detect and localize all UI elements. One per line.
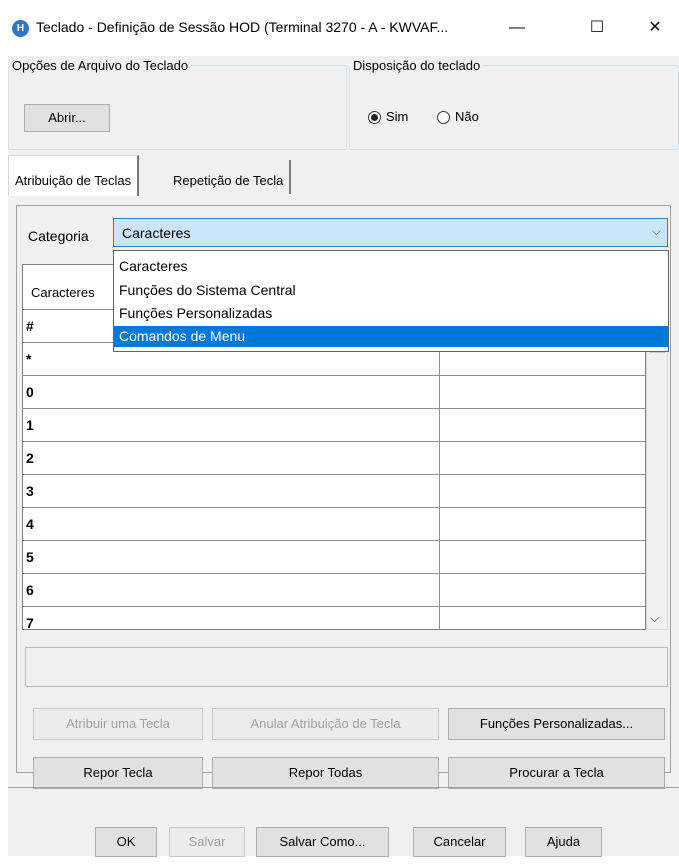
dropdown-option-funcoes-personalizadas[interactable]: Funções Personalizadas — [114, 303, 668, 324]
table-header-label: Caracteres — [31, 285, 95, 300]
chevron-down-icon: ⌵ — [651, 224, 661, 238]
app-icon: H — [12, 20, 29, 37]
table-row[interactable]: 7 — [23, 607, 645, 630]
reset-all-button[interactable]: Repor Todas — [212, 757, 439, 789]
save-as-button[interactable]: Salvar Como... — [256, 827, 389, 857]
find-key-button[interactable]: Procurar a Tecla — [448, 757, 665, 789]
table-row[interactable]: 5 — [23, 541, 645, 574]
key-cell: 1 — [26, 417, 34, 433]
dropdown-option-caracteres[interactable]: Caracteres — [114, 256, 668, 277]
scroll-down-icon[interactable]: ⌵ — [650, 611, 659, 626]
radio-sim[interactable] — [368, 111, 381, 124]
key-cell: 2 — [26, 450, 34, 466]
dropdown-option-comandos-menu[interactable]: Comandos de Menu — [114, 326, 668, 347]
key-cell: 3 — [26, 483, 34, 499]
assign-key-button[interactable]: Atribuir uma Tecla — [33, 708, 203, 740]
radio-nao[interactable] — [437, 111, 450, 124]
ok-button[interactable]: OK — [95, 827, 157, 857]
key-cell: 7 — [26, 615, 34, 630]
reset-key-button[interactable]: Repor Tecla — [33, 757, 203, 789]
cancel-button[interactable]: Cancelar — [413, 827, 506, 857]
table-row[interactable]: 6 — [23, 574, 645, 607]
footer-separator — [8, 787, 679, 788]
keyboard-layout-group: Disposição do teclado — [349, 58, 679, 150]
key-cell: 0 — [26, 384, 34, 400]
table-row[interactable]: 4 — [23, 508, 645, 541]
key-cell: * — [26, 351, 32, 367]
custom-functions-button[interactable]: Funções Personalizadas... — [448, 708, 665, 740]
help-button[interactable]: Ajuda — [525, 827, 602, 857]
title-bar: H Teclado - Definição de Sessão HOD (Ter… — [0, 0, 679, 56]
keyboard-layout-legend: Disposição do teclado — [353, 58, 481, 73]
key-cell: 5 — [26, 549, 34, 565]
table-row[interactable]: 3 — [23, 475, 645, 508]
radio-nao-label: Não — [455, 109, 479, 124]
category-value: Caracteres — [122, 225, 191, 241]
category-label: Categoria — [28, 228, 89, 244]
key-cell: # — [26, 318, 34, 334]
key-cell: 4 — [26, 516, 34, 532]
close-button[interactable]: ✕ — [632, 12, 678, 44]
category-dropdown-list[interactable]: Caracteres Funções do Sistema Central Fu… — [113, 250, 669, 352]
key-cell: 6 — [26, 582, 34, 598]
description-box — [25, 647, 668, 687]
tab-key-assignment[interactable]: Atribuição de Teclas — [8, 155, 140, 196]
table-row[interactable]: 0 — [23, 376, 645, 409]
open-button[interactable]: Abrir... — [24, 104, 110, 132]
tab-key-repeat[interactable]: Repetição de Tecla — [167, 160, 292, 194]
unassign-key-button[interactable]: Anular Atribuição de Tecla — [212, 708, 439, 740]
minimize-button[interactable]: — — [494, 12, 540, 44]
file-options-legend: Opções de Arquivo do Teclado — [12, 58, 189, 73]
radio-sim-label: Sim — [386, 109, 409, 124]
table-row[interactable]: 2 — [23, 442, 645, 475]
dropdown-option-funcoes-sistema[interactable]: Funções do Sistema Central — [114, 280, 668, 301]
maximize-button[interactable]: ☐ — [574, 12, 620, 44]
category-combobox[interactable]: Caracteres ⌵ — [113, 218, 668, 247]
window-title: Teclado - Definição de Sessão HOD (Termi… — [36, 19, 449, 35]
table-row[interactable]: 1 — [23, 409, 645, 442]
save-button[interactable]: Salvar — [169, 827, 245, 857]
